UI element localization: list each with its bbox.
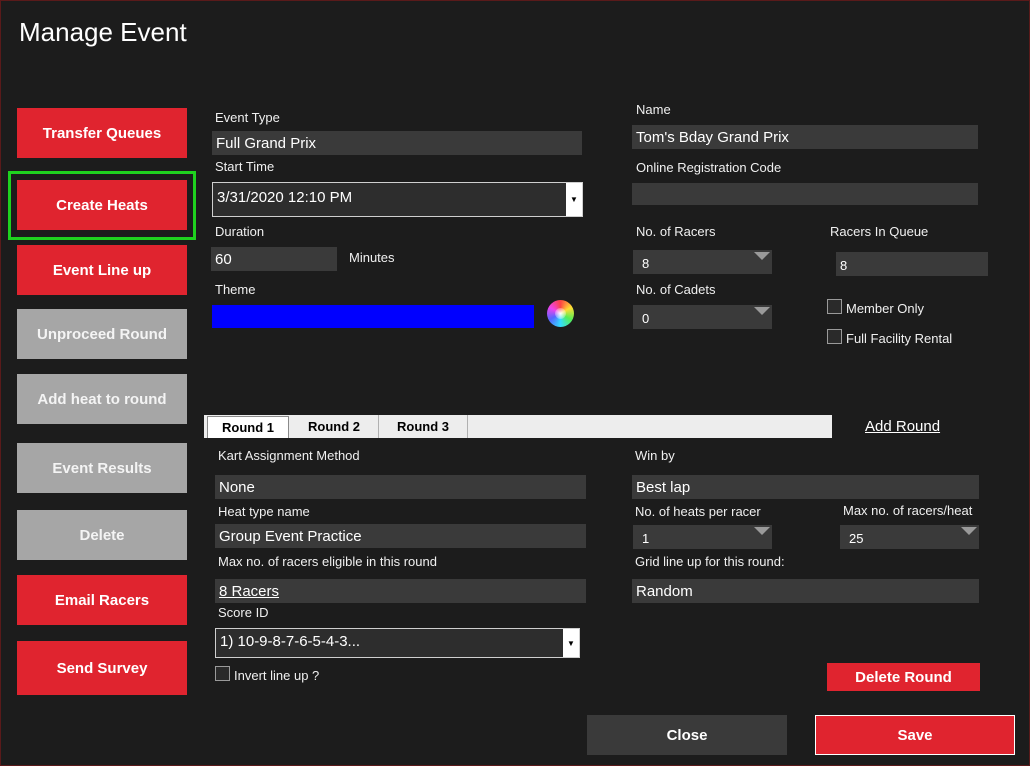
theme-label: Theme [215,282,256,297]
heat-type-field[interactable]: Group Event Practice [215,524,586,548]
color-wheel-icon[interactable] [547,300,574,327]
cadets-label: No. of Cadets [636,282,716,297]
tab-round-3[interactable]: Round 3 [379,415,468,438]
member-only-label: Member Only [846,301,925,316]
manage-event-window: Manage Event Transfer Queues Create Heat… [0,0,1030,766]
max-eligible-label: Max no. of racers eligible in this round [218,554,437,569]
win-by-label: Win by [635,448,675,463]
spinner-down-icon[interactable] [754,307,770,315]
invert-line-up-label: Invert line up ? [234,668,320,683]
score-id-select[interactable]: 1) 10-9-8-7-6-5-4-3... ▼ [215,628,580,658]
round-tab-bar: Round 1 Round 2 Round 3 [204,415,832,438]
full-facility-label: Full Facility Rental [846,331,953,346]
max-per-heat-value: 25 [849,531,864,546]
kart-method-field[interactable]: None [215,475,586,499]
save-button[interactable]: Save [815,715,1015,755]
name-label: Name [636,102,671,117]
unproceed-round-button[interactable]: Unproceed Round [17,309,187,359]
tab-round-1[interactable]: Round 1 [207,416,289,438]
start-time-picker[interactable]: 3/31/2020 12:10 PM ▼ [212,182,583,217]
event-type-label: Event Type [215,110,280,125]
score-id-label: Score ID [218,605,269,620]
chevron-down-icon[interactable]: ▼ [566,183,582,216]
max-per-heat-spinner[interactable]: 25 [840,525,979,549]
max-eligible-link[interactable]: 8 Racers [215,579,586,603]
event-results-button[interactable]: Event Results [17,443,187,493]
duration-unit-label: Minutes [349,250,395,265]
online-code-input[interactable] [632,183,978,205]
grid-line-up-label: Grid line up for this round: [635,554,785,569]
win-by-field[interactable]: Best lap [632,475,979,499]
max-per-heat-label: Max no. of racers/heat [843,503,973,518]
add-round-link[interactable]: Add Round [865,418,940,435]
member-only-checkbox[interactable] [827,299,842,314]
event-type-field[interactable]: Full Grand Prix [212,131,582,155]
grid-line-up-field[interactable]: Random [632,579,979,603]
event-line-up-button[interactable]: Event Line up [17,245,187,295]
full-facility-checkbox[interactable] [827,329,842,344]
tab-round-2[interactable]: Round 2 [290,415,379,438]
send-survey-button[interactable]: Send Survey [17,641,187,695]
create-heats-button[interactable]: Create Heats [17,180,187,230]
heats-per-racer-label: No. of heats per racer [635,504,761,519]
heats-per-racer-spinner[interactable]: 1 [633,525,772,549]
racers-label: No. of Racers [636,224,716,239]
delete-button[interactable]: Delete [17,510,187,560]
online-code-label: Online Registration Code [636,160,782,175]
close-button[interactable]: Close [587,715,787,755]
email-racers-button[interactable]: Email Racers [17,575,187,625]
spinner-down-icon[interactable] [754,252,770,260]
cadets-spinner[interactable]: 0 [633,305,772,329]
kart-method-label: Kart Assignment Method [218,448,360,463]
queue-input[interactable]: 8 [836,252,988,276]
duration-label: Duration [215,224,265,239]
score-id-value: 1) 10-9-8-7-6-5-4-3... [220,633,361,650]
spinner-down-icon[interactable] [961,527,977,535]
delete-round-button[interactable]: Delete Round [827,663,980,691]
cadets-value: 0 [642,311,650,326]
name-input[interactable]: Tom's Bday Grand Prix [632,125,978,149]
queue-label: Racers In Queue [830,224,929,239]
invert-line-up-checkbox[interactable] [215,666,230,681]
chevron-down-icon[interactable]: ▼ [563,629,579,657]
start-time-value: 3/31/2020 12:10 PM [217,189,353,206]
duration-input[interactable]: 60 [211,247,337,271]
heats-per-racer-value: 1 [642,531,650,546]
spinner-down-icon[interactable] [754,527,770,535]
start-time-label: Start Time [215,159,275,174]
heat-type-label: Heat type name [218,504,310,519]
racers-spinner[interactable]: 8 [633,250,772,274]
racers-value: 8 [642,256,650,271]
theme-color-swatch[interactable] [212,305,534,328]
add-heat-to-round-button[interactable]: Add heat to round [17,374,187,424]
transfer-queues-button[interactable]: Transfer Queues [17,108,187,158]
window-title: Manage Event [19,17,187,47]
